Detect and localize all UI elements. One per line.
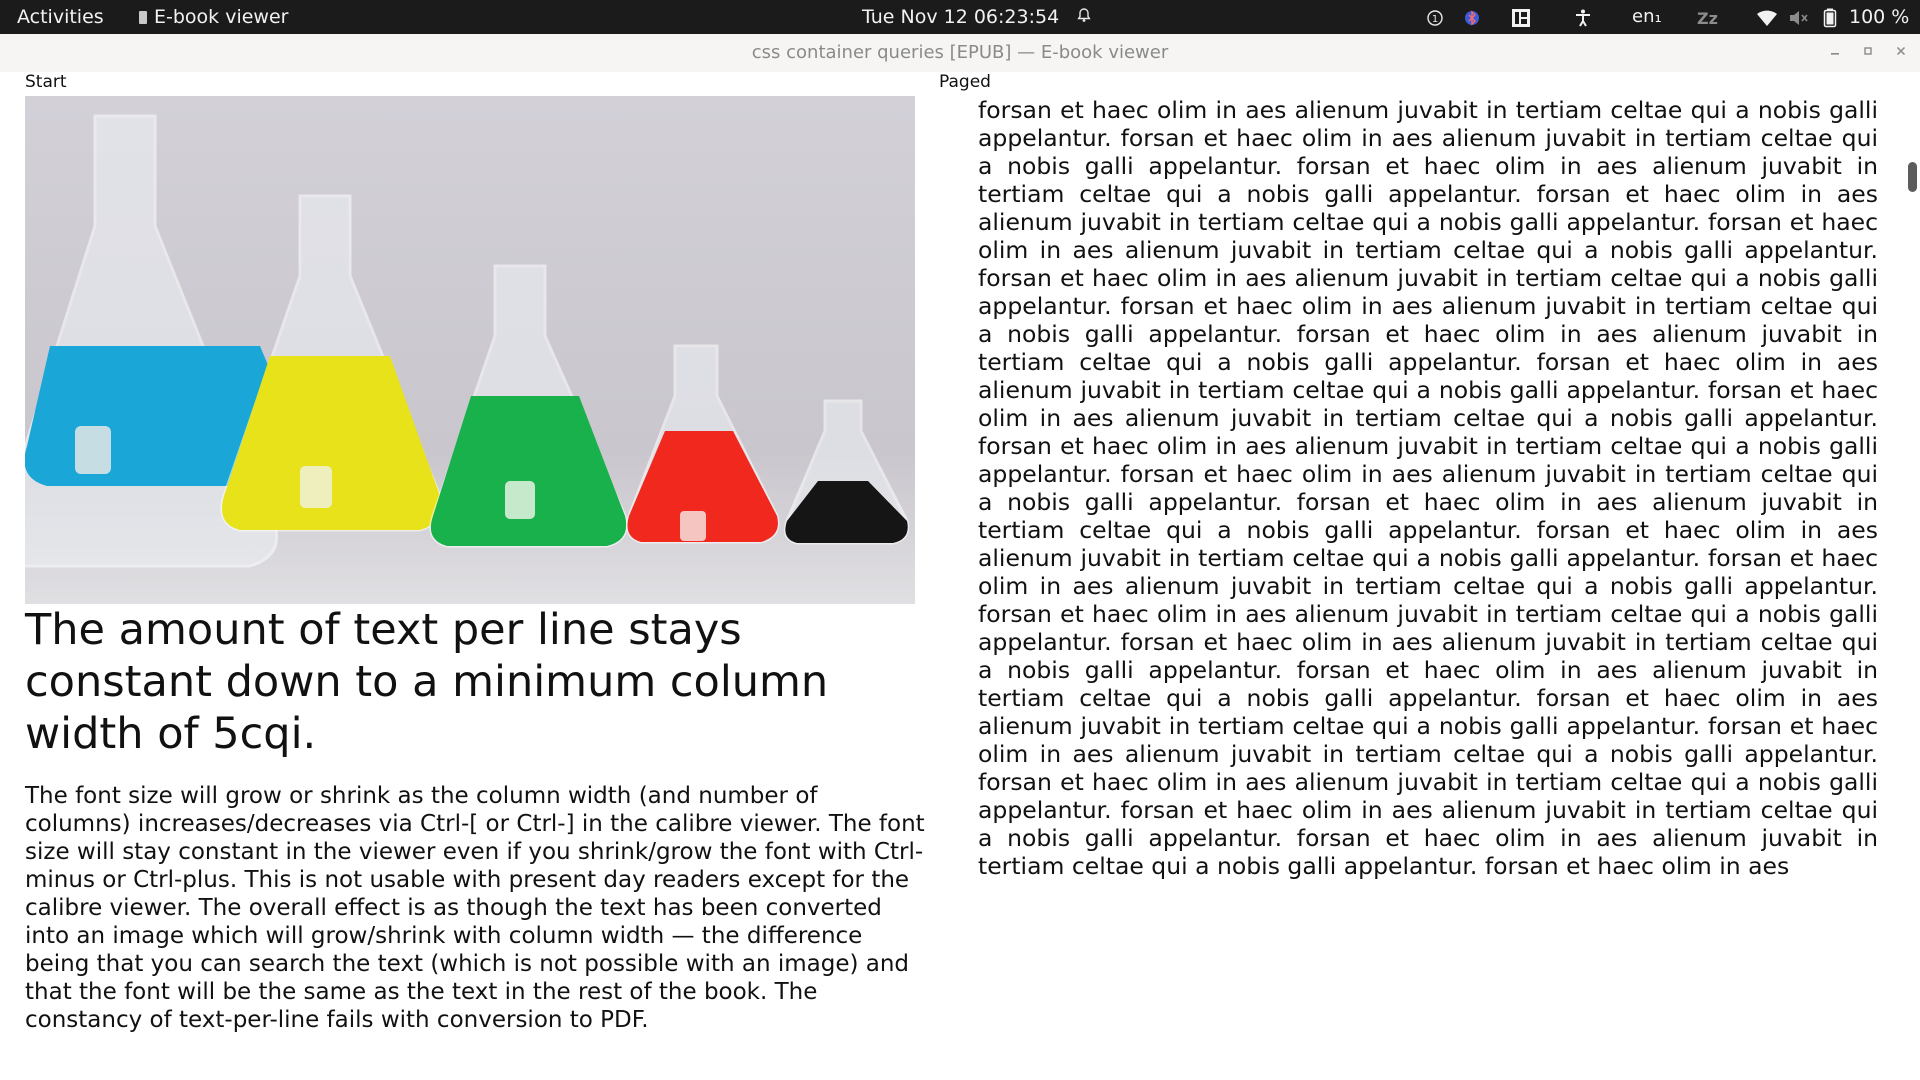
svg-text:Zz: Zz: [1697, 9, 1718, 28]
vertical-scrollbar[interactable]: [1906, 72, 1920, 1080]
layout-icon[interactable]: [1511, 0, 1531, 34]
accessibility-icon[interactable]: [1573, 0, 1593, 34]
clock[interactable]: Tue Nov 12 06:23:54: [862, 0, 1059, 34]
svg-text:1: 1: [1432, 14, 1438, 25]
sleep-icon[interactable]: Zz: [1697, 0, 1719, 34]
battery-icon[interactable]: [1823, 0, 1837, 34]
scrollbar-thumb[interactable]: [1908, 162, 1917, 192]
alarm-bell-icon: [1076, 0, 1092, 34]
window-titlebar[interactable]: css container queries [EPUB] — E-book vi…: [0, 34, 1920, 73]
ebook-viewer-icon: [139, 11, 147, 24]
maximize-button[interactable]: [1856, 34, 1880, 72]
paged-column-text: forsan et haec olim in aes alienum juvab…: [978, 96, 1878, 880]
flasks-image: [25, 96, 915, 604]
language-indicator[interactable]: en₁: [1632, 0, 1662, 34]
volume-muted-icon[interactable]: [1788, 0, 1810, 34]
flasks-illustration: [25, 96, 915, 604]
top-bar: Activities E-book viewer Tue Nov 12 06:2…: [0, 0, 1920, 34]
battery-percentage[interactable]: 100 %: [1849, 0, 1909, 34]
left-column-label: Start: [25, 72, 67, 92]
app-menu-label: E-book viewer: [154, 6, 289, 28]
wifi-icon[interactable]: [1756, 0, 1778, 34]
app-menu[interactable]: E-book viewer: [139, 0, 288, 34]
book-content[interactable]: Start Paged The amount of text per line …: [0, 72, 1920, 1080]
minimize-button[interactable]: [1823, 34, 1847, 72]
activities-button[interactable]: Activities: [17, 0, 104, 34]
section-heading: The amount of text per line stays consta…: [25, 605, 829, 759]
right-column-label: Paged: [939, 72, 991, 92]
body-paragraph: The font size will grow or shrink as the…: [25, 783, 925, 1033]
window-title: css container queries [EPUB] — E-book vi…: [751, 42, 1169, 63]
notification-count-icon[interactable]: 1: [1426, 0, 1444, 34]
bluetooth-icon[interactable]: [1463, 0, 1481, 34]
close-button[interactable]: [1889, 34, 1913, 72]
